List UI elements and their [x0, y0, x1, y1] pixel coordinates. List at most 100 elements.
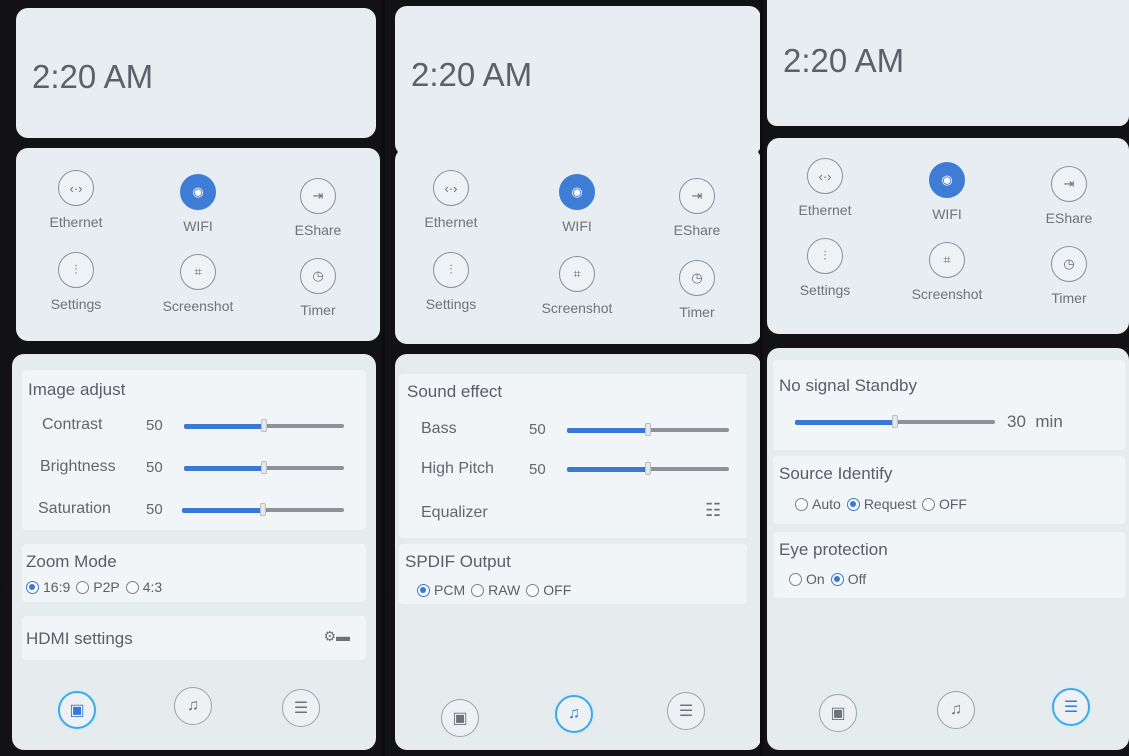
- slider-knob[interactable]: [645, 462, 651, 475]
- hdmi-settings-row[interactable]: HDMI settings ⚙▬: [22, 616, 366, 660]
- radio-on[interactable]: [789, 572, 802, 586]
- quick-screenshot[interactable]: ⌗ Screenshot: [150, 254, 246, 314]
- radio-off[interactable]: [526, 583, 540, 597]
- quick-screenshot[interactable]: ⌗ Screenshot: [899, 242, 995, 302]
- section-title: No signal Standby: [779, 376, 917, 395]
- ethernet-icon: ‹·›: [58, 170, 94, 206]
- quick-eshare-label: EShare: [294, 222, 342, 238]
- bass-value: 50: [529, 421, 546, 438]
- radio-label: P2P: [93, 579, 120, 595]
- quick-timer[interactable]: ◷ Timer: [1021, 246, 1117, 306]
- contrast-slider[interactable]: [184, 419, 344, 432]
- quick-timer[interactable]: ◷ Timer: [270, 258, 366, 318]
- tab-more[interactable]: ☰: [667, 692, 705, 730]
- sound-effect-section: Sound effect Bass 50 High Pitch 50 Equal…: [399, 374, 747, 538]
- equalizer-icon[interactable]: ☷: [705, 500, 721, 521]
- slider-knob[interactable]: [261, 461, 267, 474]
- high-pitch-slider[interactable]: [567, 462, 729, 475]
- sound-settings-panel: 2:20 AM ‹·› Ethernet ◉ WIFI ⇥ EShare ⫶ S…: [385, 0, 760, 756]
- quick-eshare-label: EShare: [1045, 210, 1093, 226]
- menu-icon: ☰: [1063, 699, 1079, 716]
- quick-settings[interactable]: ⫶ Settings: [403, 252, 499, 312]
- quick-wifi-label: WIFI: [183, 218, 213, 234]
- saturation-value: 50: [146, 501, 163, 518]
- radio-label: Request: [863, 496, 916, 512]
- settings-card: Image adjust Contrast 50 Brightness 50 S…: [12, 354, 376, 750]
- tab-picture[interactable]: ▣: [441, 699, 479, 737]
- radio-p2p[interactable]: [76, 580, 90, 594]
- slider-knob[interactable]: [261, 419, 267, 432]
- quick-screenshot[interactable]: ⌗ Screenshot: [529, 256, 625, 316]
- radio-4-3[interactable]: [125, 580, 139, 594]
- quick-settings[interactable]: ⫶ Settings: [777, 238, 873, 298]
- quick-settings[interactable]: ⫶ Settings: [28, 252, 124, 312]
- radio-off[interactable]: [830, 572, 844, 586]
- wifi-icon: ◉: [929, 162, 965, 198]
- equalizer-label[interactable]: Equalizer: [421, 504, 488, 522]
- radio-label: On: [806, 571, 825, 587]
- quick-ethernet[interactable]: ‹·› Ethernet: [777, 158, 873, 218]
- picture-settings-panel: 2:20 AM ‹·› Ethernet ◉ WIFI ⇥ EShare ⫶ S…: [0, 0, 382, 756]
- radio-16-9[interactable]: [26, 580, 39, 594]
- slider-knob[interactable]: [260, 503, 266, 516]
- quick-wifi[interactable]: ◉ WIFI: [529, 174, 625, 234]
- zoom-mode-options: 16:9 P2P 4:3: [26, 579, 162, 595]
- slider-fill: [795, 419, 895, 425]
- quick-settings-label: Settings: [50, 296, 102, 312]
- quick-actions-card: ‹·› Ethernet ◉ WIFI ⇥ EShare ⫶ Settings …: [395, 148, 760, 344]
- quick-ethernet[interactable]: ‹·› Ethernet: [28, 170, 124, 230]
- contrast-value: 50: [146, 417, 163, 434]
- screenshot-icon: ⌗: [180, 254, 216, 290]
- standby-slider[interactable]: [795, 415, 995, 428]
- quick-timer[interactable]: ◷ Timer: [649, 260, 745, 320]
- tab-more[interactable]: ☰: [282, 689, 320, 727]
- brightness-value: 50: [146, 459, 163, 476]
- quick-eshare[interactable]: ⇥ EShare: [649, 178, 745, 238]
- radio-auto[interactable]: [795, 497, 808, 511]
- tab-picture[interactable]: ▣: [819, 694, 857, 732]
- slider-fill: [567, 427, 648, 433]
- quick-screenshot-label: Screenshot: [911, 286, 983, 302]
- bass-label: Bass: [421, 420, 457, 437]
- brightness-slider[interactable]: [184, 461, 344, 474]
- tab-sound[interactable]: ♫: [937, 691, 975, 729]
- ethernet-icon: ‹·›: [433, 170, 469, 206]
- quick-ethernet-label: Ethernet: [424, 214, 478, 230]
- radio-pcm[interactable]: [417, 583, 430, 597]
- quick-eshare[interactable]: ⇥ EShare: [1021, 166, 1117, 226]
- quick-wifi[interactable]: ◉ WIFI: [150, 174, 246, 234]
- radio-label: RAW: [488, 582, 521, 598]
- standby-value: 30 min: [1007, 412, 1063, 432]
- music-note-icon: ♫: [950, 701, 962, 718]
- quick-ethernet[interactable]: ‹·› Ethernet: [403, 170, 499, 230]
- menu-icon: ☰: [678, 703, 694, 720]
- tab-more[interactable]: ☰: [1052, 688, 1090, 726]
- eshare-icon: ⇥: [1051, 166, 1087, 202]
- radio-request[interactable]: [846, 497, 860, 511]
- wifi-icon: ◉: [180, 174, 216, 210]
- brightness-label: Brightness: [40, 458, 116, 475]
- radio-off[interactable]: [921, 497, 935, 511]
- quick-wifi[interactable]: ◉ WIFI: [899, 162, 995, 222]
- quick-eshare[interactable]: ⇥ EShare: [270, 178, 366, 238]
- slider-knob[interactable]: [892, 415, 898, 428]
- section-title: Eye protection: [779, 540, 888, 559]
- source-identify-section: Source Identify Auto Request OFF: [773, 456, 1125, 524]
- bass-slider[interactable]: [567, 423, 729, 436]
- eye-protection-section: Eye protection On Off: [773, 532, 1125, 598]
- menu-icon: ☰: [293, 700, 309, 717]
- radio-raw[interactable]: [471, 583, 485, 597]
- slider-knob[interactable]: [645, 423, 651, 436]
- tab-sound[interactable]: ♫: [555, 695, 593, 733]
- contrast-label: Contrast: [42, 416, 103, 433]
- quick-wifi-label: WIFI: [562, 218, 592, 234]
- clock-time: 2:20 AM: [32, 58, 154, 95]
- tab-picture[interactable]: ▣: [58, 691, 96, 729]
- saturation-slider[interactable]: [182, 503, 344, 516]
- clock-card: 2:20 AM: [16, 8, 376, 138]
- tab-sound[interactable]: ♫: [174, 687, 212, 725]
- ethernet-icon: ‹·›: [807, 158, 843, 194]
- radio-label: OFF: [543, 582, 572, 598]
- radio-label: PCM: [434, 582, 466, 598]
- panel-pointer: [0, 583, 8, 599]
